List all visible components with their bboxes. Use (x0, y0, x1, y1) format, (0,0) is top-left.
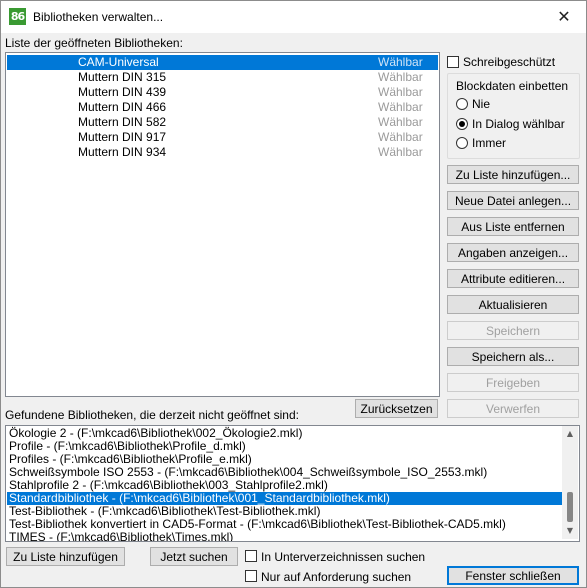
library-name: Muttern DIN 582 (78, 115, 167, 129)
bottom-add-to-list-button[interactable]: Zu Liste hinzufügen (6, 547, 125, 566)
opened-library-row[interactable]: Muttern DIN 439 Wählbar (7, 85, 438, 100)
search-now-button[interactable]: Jetzt suchen (150, 547, 238, 566)
search-subdirs-checkbox[interactable] (245, 550, 257, 562)
opened-libraries-list[interactable]: CAM-Universal Wählbar Muttern DIN 315 Wählb… (5, 52, 440, 397)
found-library-row[interactable]: Test-Bibliothek konvertiert in CAD5-Form… (7, 518, 562, 531)
on-request-checkbox[interactable] (245, 570, 257, 582)
opened-library-row[interactable]: Muttern DIN 315 Wählbar (7, 70, 438, 85)
opened-library-row[interactable]: Muttern DIN 466 Wählbar (7, 100, 438, 115)
opened-library-row[interactable]: CAM-Universal Wählbar (7, 55, 438, 70)
found-library-row[interactable]: Profile - (F:\mkcad6\Bibliothek\Profile_… (7, 440, 562, 453)
close-icon[interactable]: ✕ (553, 7, 575, 27)
save-as-button[interactable]: Speichern als... (447, 347, 579, 366)
app-icon: 86 (9, 8, 26, 25)
window-title: Bibliotheken verwalten... (33, 10, 164, 24)
found-library-row[interactable]: Test-Bibliothek - (F:\mkcad6\Bibliothek\… (7, 505, 562, 518)
close-window-button[interactable]: Fenster schließen (447, 566, 579, 585)
discard-button[interactable]: Verwerfen (447, 399, 579, 418)
library-name: Muttern DIN 466 (78, 100, 167, 114)
found-library-row[interactable]: TIMES - (F:\mkcad6\Bibliothek\Times.mkl) (7, 531, 562, 542)
save-button[interactable]: Speichern (447, 321, 579, 340)
found-library-row[interactable]: Standardbibliothek - (F:\mkcad6\Biblioth… (7, 492, 562, 505)
radio-immer-label: Immer (472, 136, 506, 150)
radio-immer[interactable] (456, 137, 468, 149)
library-state: Wählbar (378, 70, 423, 84)
on-request-label: Nur auf Anforderung suchen (261, 570, 412, 584)
remove-from-list-button[interactable]: Aus Liste entfernen (447, 217, 579, 236)
scroll-thumb[interactable] (567, 492, 573, 522)
library-name: Muttern DIN 439 (78, 85, 167, 99)
opened-library-row[interactable]: Muttern DIN 917 Wählbar (7, 130, 438, 145)
release-button[interactable]: Freigeben (447, 373, 579, 392)
opened-library-row[interactable]: Muttern DIN 934 Wählbar (7, 145, 438, 160)
radio-in-dialog-label: In Dialog wählbar (472, 117, 565, 131)
blockdata-group-title: Blockdaten einbetten (456, 79, 569, 93)
found-libraries-label: Gefundene Bibliotheken, die derzeit nich… (5, 408, 299, 422)
show-info-button[interactable]: Angaben anzeigen... (447, 243, 579, 262)
library-state: Wählbar (378, 115, 423, 129)
found-library-row[interactable]: Ökologie 2 - (F:\mkcad6\Bibliothek\002_Ö… (7, 427, 562, 440)
opened-libraries-label: Liste der geöffneten Bibliotheken: (5, 36, 183, 50)
radio-nie[interactable] (456, 98, 468, 110)
search-subdirs-label: In Unterverzeichnissen suchen (261, 550, 426, 564)
library-state: Wählbar (378, 130, 423, 144)
library-name: Muttern DIN 917 (78, 130, 167, 144)
refresh-button[interactable]: Aktualisieren (447, 295, 579, 314)
reset-button[interactable]: Zurücksetzen (355, 399, 438, 418)
scroll-up-icon[interactable]: ▲ (562, 426, 578, 442)
library-name: CAM-Universal (78, 55, 159, 69)
opened-library-row[interactable]: Muttern DIN 582 Wählbar (7, 115, 438, 130)
found-library-row[interactable]: Profiles - (F:\mkcad6\Bibliothek\Profile… (7, 453, 562, 466)
library-name: Muttern DIN 315 (78, 70, 167, 84)
found-library-row[interactable]: Stahlprofile 2 - (F:\mkcad6\Bibliothek\0… (7, 479, 562, 492)
scroll-down-icon[interactable]: ▼ (562, 523, 578, 539)
write-protected-label: Schreibgeschützt (463, 55, 556, 69)
library-state: Wählbar (378, 55, 423, 69)
found-libraries-list[interactable]: TIMES - (F:\mkcad6\Bibliothek\Times.mkl)… (5, 425, 580, 542)
library-state: Wählbar (378, 85, 423, 99)
radio-nie-label: Nie (472, 97, 491, 111)
library-state: Wählbar (378, 145, 423, 159)
library-state: Wählbar (378, 100, 423, 114)
found-list-scrollbar[interactable]: ▲ ▼ (562, 426, 578, 539)
write-protected-checkbox[interactable] (447, 56, 459, 68)
radio-in-dialog[interactable] (456, 118, 468, 130)
edit-attributes-button[interactable]: Attribute editieren... (447, 269, 579, 288)
new-file-button[interactable]: Neue Datei anlegen... (447, 191, 579, 210)
found-library-row[interactable]: Schweißsymbole ISO 2553 - (F:\mkcad6\Bib… (7, 466, 562, 479)
library-name: Muttern DIN 934 (78, 145, 167, 159)
add-to-list-button[interactable]: Zu Liste hinzufügen... (447, 165, 579, 184)
dialog-window: 86 Bibliotheken verwalten... ✕ Liste der… (0, 0, 587, 588)
title-bar: 86 Bibliotheken verwalten... ✕ (1, 1, 586, 33)
